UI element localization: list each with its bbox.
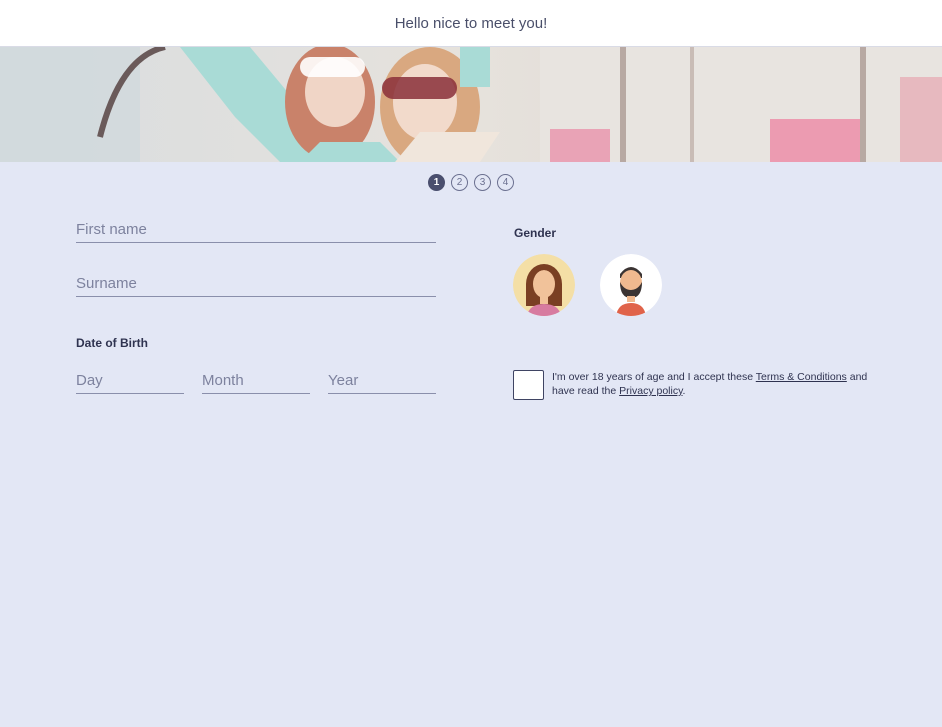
step-4[interactable]: 4 xyxy=(497,174,514,191)
female-avatar-icon xyxy=(513,254,575,316)
step-1[interactable]: 1 xyxy=(428,174,445,191)
step-indicator: 1 2 3 4 xyxy=(0,174,942,192)
first-name-input[interactable] xyxy=(76,220,436,243)
consent-text-before: I'm over 18 years of age and I accept th… xyxy=(552,371,756,383)
step-2[interactable]: 2 xyxy=(451,174,468,191)
step-3[interactable]: 3 xyxy=(474,174,491,191)
gender-male-option[interactable] xyxy=(600,254,662,316)
gender-female-option[interactable] xyxy=(513,254,575,316)
page-title: Hello nice to meet you! xyxy=(394,14,548,32)
gender-label: Gender xyxy=(514,226,557,240)
date-of-birth-label: Date of Birth xyxy=(76,336,148,350)
age-terms-checkbox[interactable] xyxy=(513,370,544,400)
day-input[interactable] xyxy=(76,371,184,394)
male-avatar-icon xyxy=(600,254,662,316)
month-input[interactable] xyxy=(202,371,310,394)
top-bar: Hello nice to meet you! xyxy=(0,0,942,47)
consent-text-after: . xyxy=(682,385,686,397)
hero-banner-image xyxy=(0,47,942,162)
surname-input[interactable] xyxy=(76,274,436,297)
consent-text: I'm over 18 years of age and I accept th… xyxy=(552,370,882,398)
year-input[interactable] xyxy=(328,371,436,394)
terms-and-conditions-link[interactable]: Terms & Conditions xyxy=(756,371,847,383)
privacy-policy-link[interactable]: Privacy policy xyxy=(619,385,682,397)
